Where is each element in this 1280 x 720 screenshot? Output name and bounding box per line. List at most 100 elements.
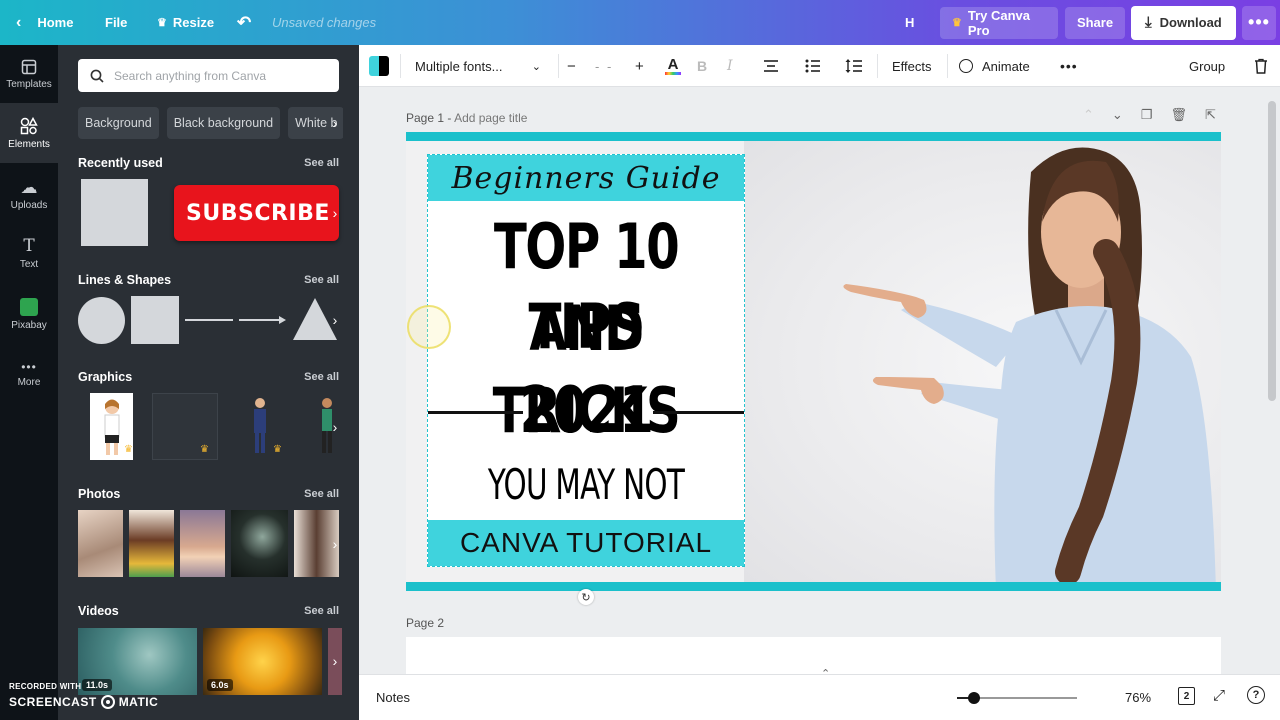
see-all-lines[interactable]: See all [304, 274, 339, 286]
canvas-area: Multiple fonts... ⌄ − - - + A B I Effect… [359, 45, 1280, 720]
recent-next-arrow[interactable]: › [328, 198, 342, 228]
see-all-videos[interactable]: See all [304, 605, 339, 617]
align-center-icon [764, 60, 778, 72]
sidenav-pixabay[interactable]: Pixabay [0, 285, 58, 343]
chevron-right-icon: › [332, 653, 338, 669]
home-button[interactable]: ‹ Home [16, 0, 73, 45]
shape-line[interactable] [185, 319, 233, 321]
bold-button[interactable]: B [697, 45, 707, 87]
recent-subscribe-graphic[interactable]: SUBSCRIBE [174, 185, 339, 241]
section-videos: Videos [78, 604, 119, 618]
resize-button[interactable]: ♛ Resize [157, 0, 214, 45]
font-size-decrease[interactable]: − [567, 45, 576, 87]
video-thumb-smoke[interactable]: 6.0s [203, 628, 322, 695]
chevron-right-icon: › [332, 536, 338, 552]
duplicate-page-icon[interactable]: ❐ [1141, 107, 1153, 123]
spacing-button[interactable] [845, 45, 863, 87]
font-size-increase[interactable]: + [635, 45, 644, 87]
chevron-up-icon[interactable]: ⌃ [1083, 107, 1094, 123]
bullet-list-icon [805, 59, 820, 73]
thumbnail-text-group[interactable]: Beginners Guide TOP 10 TIPS AND TRICKS 2… [427, 154, 745, 569]
videos-next-arrow[interactable]: › [328, 646, 342, 676]
download-button[interactable]: ⤓ Download [1131, 0, 1236, 45]
delete-button[interactable] [1254, 45, 1268, 87]
see-all-recent[interactable]: See all [304, 157, 339, 169]
vertical-scrollbar[interactable] [1268, 95, 1276, 665]
trash-icon [1255, 58, 1267, 74]
see-all-photos[interactable]: See all [304, 488, 339, 500]
sidenav-more[interactable]: ••• More [0, 345, 58, 403]
show-more-chevron[interactable]: ⌃ [821, 667, 830, 680]
woman-pointing-photo[interactable] [806, 132, 1221, 591]
section-recently-used: Recently used [78, 156, 163, 170]
photo-thumb-smiling-woman[interactable] [129, 510, 174, 577]
chip-background[interactable]: Background [78, 107, 159, 139]
italic-button[interactable]: I [727, 45, 733, 87]
see-all-graphics[interactable]: See all [304, 371, 339, 383]
title-year[interactable]: 2021 [463, 369, 709, 453]
graphics-next-arrow[interactable]: › [328, 412, 342, 442]
trash-icon[interactable]: 🗑 [1170, 107, 1187, 123]
templates-icon [21, 59, 37, 74]
heading-beginners-guide[interactable]: Beginners Guide [451, 161, 720, 196]
zoom-slider[interactable] [957, 692, 1077, 704]
sidenav-text[interactable]: T Text [0, 225, 58, 283]
search-box[interactable] [78, 59, 339, 92]
help-icon[interactable]: ? [1247, 686, 1265, 704]
rotate-handle[interactable]: ↻ [578, 589, 594, 605]
page-1-canvas[interactable]: Beginners Guide TOP 10 TIPS AND TRICKS 2… [406, 132, 1221, 591]
title-line-1[interactable]: TOP 10 TIPS [463, 207, 709, 363]
animate-button[interactable]: Animate [959, 45, 1030, 87]
file-menu[interactable]: File [105, 0, 127, 45]
share-button[interactable]: Share [1065, 0, 1125, 45]
sidenav-elements[interactable]: Elements [0, 103, 58, 163]
page-count-button[interactable]: 2 [1178, 687, 1195, 705]
color-swatch-icon [369, 56, 389, 76]
footer-canva-tutorial[interactable]: CANVA TUTORIAL [460, 527, 712, 559]
zoom-slider-handle[interactable] [968, 692, 980, 704]
effects-button[interactable]: Effects [892, 45, 932, 87]
chevron-right-icon: › [332, 115, 338, 131]
photo-thumb-hand-dark[interactable] [231, 510, 288, 577]
elements-panel: Background Black background White b › Re… [58, 45, 359, 720]
shapes-next-arrow[interactable]: › [328, 305, 342, 335]
font-selector[interactable]: Multiple fonts... ⌄ [407, 45, 549, 87]
list-button[interactable] [805, 45, 821, 87]
title-line-2[interactable]: AND TRICKS [463, 288, 709, 447]
fullscreen-icon[interactable]: ⤢ [1213, 687, 1225, 704]
undo-button[interactable]: ↶ [237, 0, 251, 45]
shape-square[interactable] [131, 296, 179, 344]
color-picker-button[interactable] [369, 45, 389, 87]
sidenav-uploads[interactable]: ☁ Uploads [0, 166, 58, 224]
suggestion-chips: Background Black background White b [78, 107, 343, 139]
try-pro-button[interactable]: ♛ Try Canva Pro [940, 0, 1058, 45]
bottom-accent-strip [406, 582, 1221, 591]
shape-arrow-line[interactable] [239, 313, 287, 327]
chips-next-arrow[interactable]: › [328, 108, 342, 138]
align-button[interactable] [763, 45, 779, 87]
photo-thumb-flowers[interactable] [78, 510, 123, 577]
page-2-canvas[interactable] [406, 637, 1221, 675]
add-page-title[interactable]: Add page title [454, 111, 527, 125]
record-icon [100, 695, 115, 709]
group-button[interactable]: Group [1189, 45, 1225, 87]
font-size-input[interactable]: - - [595, 45, 613, 87]
zoom-level[interactable]: 76% [1125, 690, 1151, 705]
heading-band: Beginners Guide [428, 155, 744, 201]
photos-next-arrow[interactable]: › [328, 529, 342, 559]
notes-button[interactable]: Notes [376, 690, 410, 705]
search-input[interactable] [114, 68, 324, 83]
chevron-down-icon[interactable]: ⌄ [1112, 107, 1123, 123]
chevron-down-icon: ⌄ [531, 60, 541, 73]
toolbar-more-button[interactable]: ••• [1060, 45, 1078, 87]
photo-thumb-sunset[interactable] [180, 510, 225, 577]
user-avatar[interactable]: H [905, 0, 914, 45]
recent-gray-square[interactable] [81, 179, 148, 246]
more-options-button[interactable]: ••• [1242, 0, 1276, 45]
shape-circle[interactable] [78, 297, 125, 344]
sidenav-templates[interactable]: Templates [0, 45, 58, 103]
share-page-icon[interactable]: ⇱ [1205, 107, 1216, 123]
title-line-4[interactable]: YOU MAY NOT KNOW [475, 455, 696, 569]
chip-black-background[interactable]: Black background [166, 107, 281, 139]
text-color-button[interactable]: A [665, 45, 681, 87]
